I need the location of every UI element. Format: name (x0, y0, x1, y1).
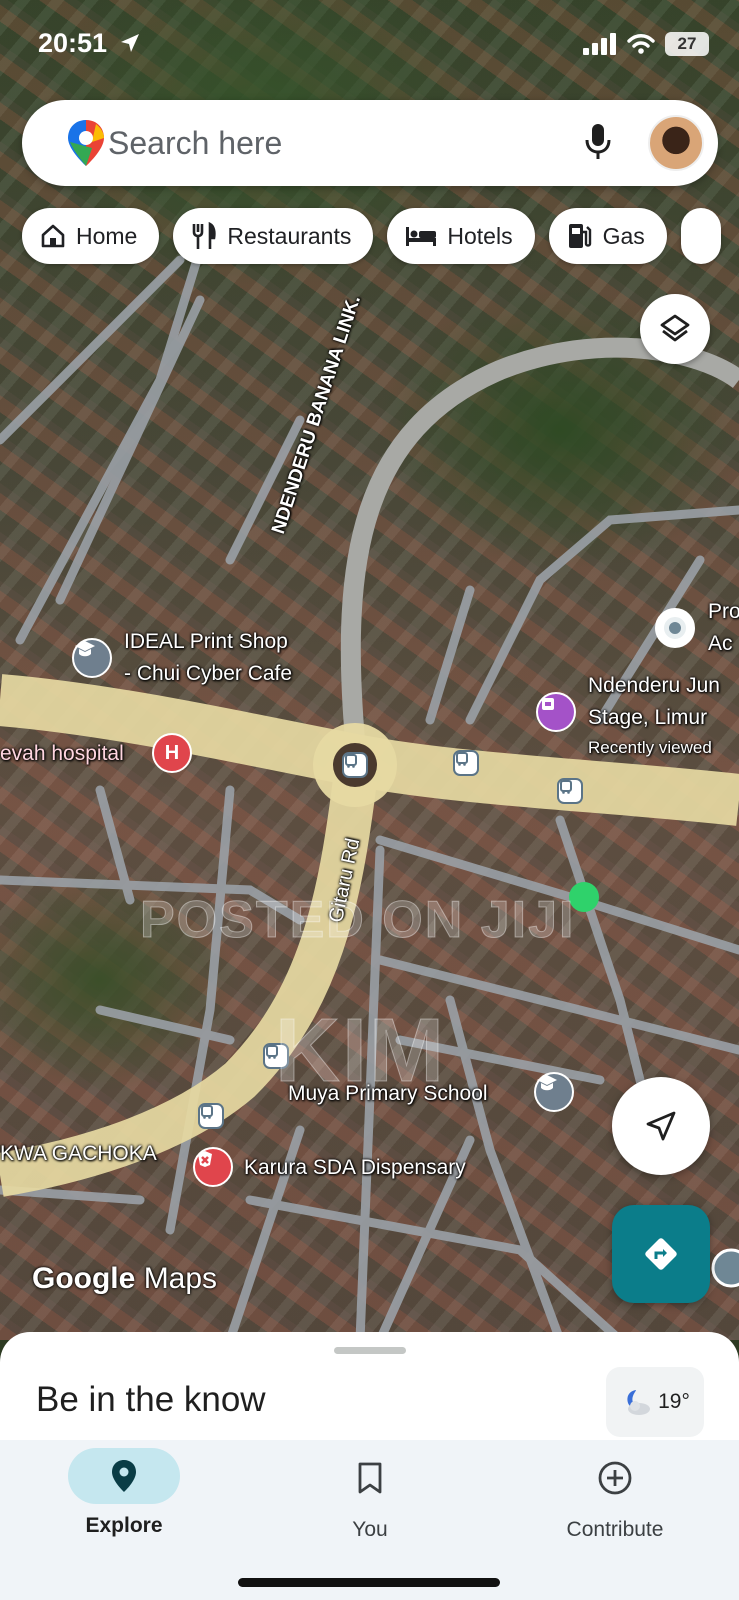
chip-gas[interactable]: Gas (548, 208, 667, 264)
poi-label-ndenderu-line1[interactable]: Ndenderu Jun (588, 674, 720, 698)
my-location-button[interactable] (612, 1077, 710, 1175)
weather-chip[interactable]: 19° (606, 1367, 704, 1437)
google-maps-pin-icon (68, 120, 104, 166)
dispensary-pin-icon[interactable] (193, 1147, 233, 1187)
chip-label: Restaurants (227, 222, 352, 249)
bottom-navigation: Explore You Contribute (0, 1440, 739, 1600)
sheet-drag-handle[interactable] (334, 1347, 406, 1354)
chip-hotels[interactable]: Hotels (387, 208, 535, 264)
bottom-sheet[interactable]: Be in the know 19° (0, 1332, 739, 1442)
screen: NDENDERU BANANA LINK. Gitaru Rd IDEAL Pr… (0, 0, 739, 1600)
directions-icon (645, 1238, 677, 1270)
transit-stage-pin-icon[interactable] (536, 692, 576, 732)
chip-label: Hotels (447, 222, 513, 249)
bus-stop-icon[interactable] (342, 752, 368, 778)
poi-label-recently-viewed: Recently viewed (588, 738, 712, 757)
nav-contribute-icon-wrap (515, 1448, 715, 1508)
explore-pin-icon (112, 1460, 136, 1492)
nav-label: Explore (85, 1514, 163, 1537)
search-bar[interactable]: Search here (22, 100, 718, 186)
layers-icon (660, 314, 690, 342)
battery-indicator: 27 (665, 32, 709, 56)
category-chips: Home Restaurants Hotels Gas (22, 208, 721, 264)
restaurant-icon (193, 222, 217, 249)
chip-restaurants[interactable]: Restaurants (173, 208, 374, 264)
status-time: 20:51 (38, 28, 141, 59)
poi-label-pro-line1[interactable]: Pro (708, 600, 739, 624)
bookmark-icon (358, 1462, 382, 1494)
search-input[interactable]: Search here (108, 125, 282, 162)
poi-label-ideal-line2[interactable]: - Chui Cyber Cafe (124, 662, 292, 686)
signal-icon (583, 33, 616, 55)
poi-label-hospital[interactable]: evah hospital (0, 742, 124, 766)
nav-explore[interactable]: Explore (24, 1448, 224, 1538)
navigation-arrow-icon (646, 1111, 676, 1141)
directions-button[interactable] (612, 1205, 710, 1303)
home-indicator[interactable] (238, 1578, 500, 1587)
brand-maps: Maps (143, 1262, 218, 1295)
home-icon (41, 224, 65, 248)
chip-more[interactable] (680, 208, 721, 264)
chip-label: Home (76, 222, 138, 249)
account-avatar[interactable] (648, 115, 704, 171)
weather-temp: 19° (658, 1390, 690, 1413)
poi-label-pro-line2[interactable]: Ac (708, 632, 733, 656)
place-pin-icon[interactable] (655, 608, 695, 648)
school-pin-icon[interactable] (534, 1072, 574, 1112)
brand-google: Google (32, 1262, 136, 1295)
nav-label: You (352, 1518, 388, 1541)
nav-you[interactable]: You (270, 1448, 470, 1542)
status-time-text: 20:51 (38, 28, 108, 58)
status-bar: 20:51 27 (0, 22, 739, 66)
poi-label-ndenderu-line2[interactable]: Stage, Limur (588, 706, 707, 730)
google-maps-logo: Google Maps (32, 1262, 217, 1296)
chip-label: Gas (602, 222, 645, 249)
nav-contribute[interactable]: Contribute (515, 1448, 715, 1542)
bus-stop-icon[interactable] (453, 750, 479, 776)
gas-station-icon (568, 224, 591, 248)
location-arrow-icon (120, 34, 139, 52)
sheet-title: Be in the know (36, 1380, 266, 1419)
weather-moon-cloud-icon (627, 1390, 651, 1415)
watermark-text: POSTED ON JIJI (139, 891, 576, 950)
school-pin-icon[interactable] (72, 638, 112, 678)
nav-explore-pill (68, 1448, 180, 1504)
hospital-pin-icon[interactable]: H (152, 733, 192, 773)
poi-label-ideal-line1[interactable]: IDEAL Print Shop (124, 630, 288, 654)
add-circle-icon (598, 1461, 632, 1495)
poi-label-gachoka[interactable]: KWA GACHOKA (0, 1142, 157, 1166)
layers-button[interactable] (640, 294, 710, 364)
microphone-icon[interactable] (584, 122, 612, 162)
bus-stop-icon[interactable] (557, 778, 583, 804)
watermark-text: KIM (275, 1001, 446, 1102)
bus-stop-icon[interactable] (198, 1103, 224, 1129)
hotel-icon (406, 227, 437, 246)
nav-label: Contribute (566, 1518, 664, 1541)
nav-you-icon-wrap (270, 1448, 470, 1508)
chip-home[interactable]: Home (22, 208, 160, 264)
poi-label-dispensary[interactable]: Karura SDA Dispensary (244, 1156, 466, 1180)
wifi-icon (627, 34, 655, 54)
